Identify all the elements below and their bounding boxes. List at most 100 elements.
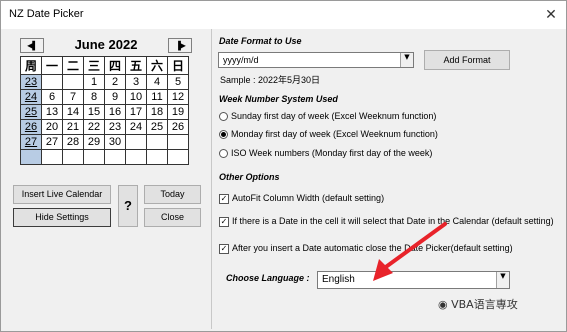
watermark-text: VBA语言専攻	[451, 298, 518, 311]
day-cell[interactable]: 26	[167, 119, 189, 135]
date-format-value: yyyy/m/d	[223, 55, 259, 65]
week-row: 23 1 2 3 4 5	[20, 74, 189, 90]
day-cell	[146, 134, 168, 150]
day-cell[interactable]: 14	[62, 104, 84, 120]
weekday-header-row: 周 一 二 三 四 五 六 日	[20, 56, 189, 75]
add-format-button[interactable]: Add Format	[424, 50, 510, 70]
day-cell[interactable]: 30	[104, 134, 126, 150]
week-option-label: Monday first day of week (Excel Weeknum …	[231, 129, 438, 139]
day-cell[interactable]: 16	[104, 104, 126, 120]
day-cell[interactable]: 19	[167, 104, 189, 120]
day-cell[interactable]: 5	[167, 74, 189, 90]
day-cell[interactable]: 2	[104, 74, 126, 90]
day-cell[interactable]: 20	[41, 119, 63, 135]
today-button[interactable]: Today	[144, 185, 201, 204]
language-label: Choose Language :	[226, 273, 310, 283]
day-cell[interactable]: 9	[104, 89, 126, 105]
day-cell[interactable]: 29	[83, 134, 105, 150]
help-button[interactable]: ?	[118, 185, 138, 227]
annotation-arrow-icon	[373, 222, 447, 281]
week-number[interactable]: 26	[20, 119, 42, 135]
weekday-header: 二	[62, 56, 84, 75]
date-format-sample: Sample : 2022年5月30日	[220, 75, 321, 85]
week-system-header: Week Number System Used	[219, 94, 338, 104]
day-cell[interactable]: 11	[146, 89, 168, 105]
day-cell[interactable]: 13	[41, 104, 63, 120]
autofit-checkbox[interactable]: ✓	[219, 194, 229, 204]
day-cell[interactable]: 24	[125, 119, 147, 135]
week-row: 25 13 14 15 16 17 18 19	[20, 104, 189, 120]
day-cell	[41, 74, 63, 90]
day-cell[interactable]: 28	[62, 134, 84, 150]
day-cell[interactable]: 4	[146, 74, 168, 90]
day-cell	[62, 149, 84, 165]
day-cell[interactable]: 27	[41, 134, 63, 150]
dialog-body: ◀▌ June 2022 ▐▶ 周 一 二 三 四 五 六 日 23 1 2 3…	[1, 29, 566, 331]
day-cell[interactable]: 21	[62, 119, 84, 135]
day-cell[interactable]: 12	[167, 89, 189, 105]
date-format-select[interactable]: yyyy/m/d ▼	[218, 52, 414, 68]
day-cell	[104, 149, 126, 165]
calendar: ◀▌ June 2022 ▐▶ 周 一 二 三 四 五 六 日 23 1 2 3…	[18, 37, 194, 180]
auto-close-checkbox[interactable]: ✓	[219, 244, 229, 254]
day-cell[interactable]: 17	[125, 104, 147, 120]
day-cell	[167, 134, 189, 150]
select-cell-date-checkbox[interactable]: ✓	[219, 217, 229, 227]
day-cell[interactable]: 22	[83, 119, 105, 135]
week-number[interactable]: 24	[20, 89, 42, 105]
prev-month-button[interactable]: ◀▌	[20, 38, 44, 53]
week-option-radio[interactable]	[219, 112, 228, 121]
week-number[interactable]: 23	[20, 74, 42, 90]
week-option-label: Sunday first day of week (Excel Weeknum …	[231, 111, 437, 121]
close-window-icon[interactable]: ✕	[541, 5, 561, 25]
day-cell[interactable]: 1	[83, 74, 105, 90]
weekday-header: 三	[83, 56, 105, 75]
day-cell	[167, 149, 189, 165]
day-cell[interactable]: 23	[104, 119, 126, 135]
other-options-header: Other Options	[219, 172, 280, 182]
day-cell[interactable]: 25	[146, 119, 168, 135]
day-cell[interactable]: 18	[146, 104, 168, 120]
window-title: NZ Date Picker	[9, 8, 84, 20]
day-cell[interactable]: 10	[125, 89, 147, 105]
divider	[211, 29, 212, 329]
weekday-header: 六	[146, 56, 168, 75]
week-number[interactable]: 25	[20, 104, 42, 120]
week-option-radio[interactable]	[219, 130, 228, 139]
month-year-label: June 2022	[74, 37, 138, 52]
next-month-button[interactable]: ▐▶	[168, 38, 192, 53]
week-row: 24 6 7 8 9 10 11 12	[20, 89, 189, 105]
day-cell[interactable]: 3	[125, 74, 147, 90]
date-picker-window: NZ Date Picker ✕ ◀▌ June 2022 ▐▶ 周 一 二 三…	[0, 0, 567, 332]
wechat-icon: ◉	[438, 298, 448, 311]
title-bar: NZ Date Picker ✕	[1, 1, 566, 29]
week-row	[20, 149, 189, 165]
dropdown-arrow-icon[interactable]: ▼	[400, 53, 413, 67]
day-cell	[146, 149, 168, 165]
week-number	[20, 149, 42, 165]
watermark: ◉ VBA语言専攻	[438, 296, 518, 312]
weekday-header: 五	[125, 56, 147, 75]
week-row: 26 20 21 22 23 24 25 26	[20, 119, 189, 135]
weekday-header: 日	[167, 56, 189, 75]
weekday-header: 四	[104, 56, 126, 75]
autofit-label: AutoFit Column Width (default setting)	[232, 193, 385, 203]
day-cell	[83, 149, 105, 165]
day-cell[interactable]: 7	[62, 89, 84, 105]
week-row: 27 27 28 29 30	[20, 134, 189, 150]
insert-live-calendar-button[interactable]: Insert Live Calendar	[13, 185, 111, 204]
day-cell[interactable]: 8	[83, 89, 105, 105]
day-cell[interactable]: 15	[83, 104, 105, 120]
week-option-radio[interactable]	[219, 149, 228, 158]
week-option-label: ISO Week numbers (Monday first day of th…	[231, 148, 433, 158]
day-cell	[41, 149, 63, 165]
hide-settings-button[interactable]: Hide Settings	[13, 208, 111, 227]
dropdown-arrow-icon[interactable]: ▼	[496, 272, 509, 288]
day-cell[interactable]: 6	[41, 89, 63, 105]
weekday-header: 周	[20, 56, 42, 75]
close-button[interactable]: Close	[144, 208, 201, 227]
language-value: English	[322, 274, 355, 285]
week-number[interactable]: 27	[20, 134, 42, 150]
day-cell	[62, 74, 84, 90]
weekday-header: 一	[41, 56, 63, 75]
